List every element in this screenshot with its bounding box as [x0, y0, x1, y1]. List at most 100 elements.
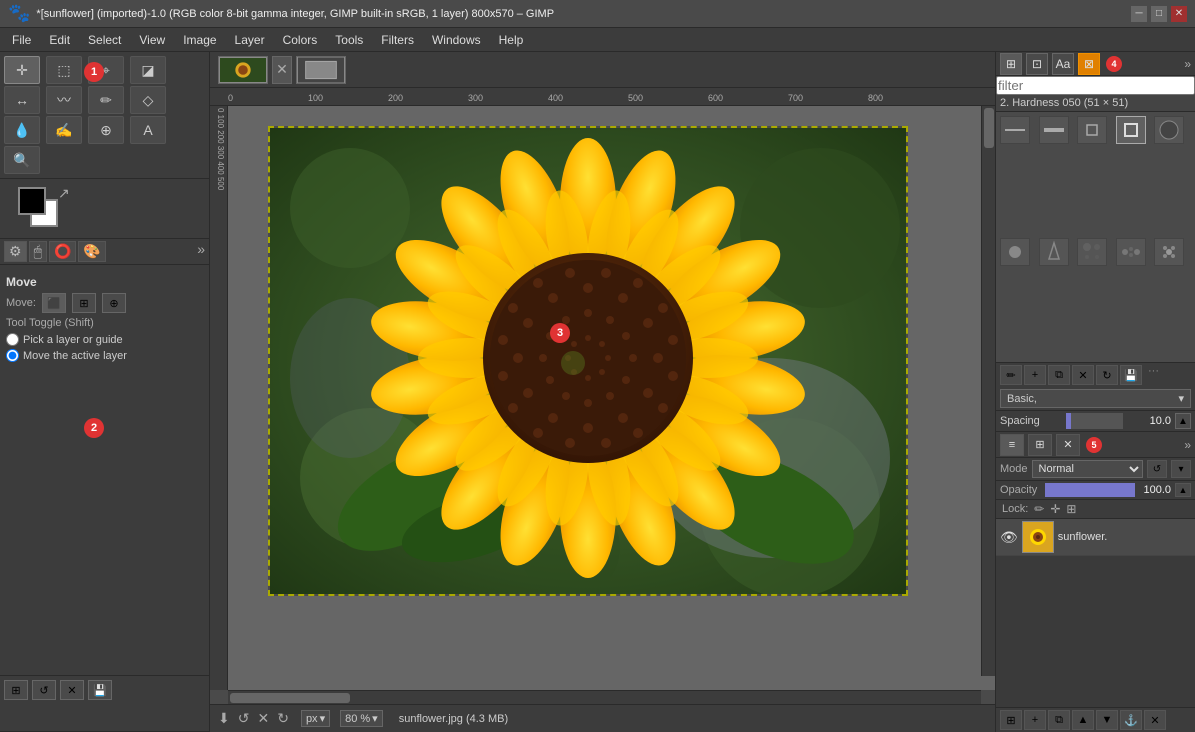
- new-layer-group-btn[interactable]: ⊞: [1000, 710, 1022, 730]
- tool-reset-btn[interactable]: ↺: [32, 680, 56, 700]
- menu-item-filters[interactable]: Filters: [373, 31, 422, 49]
- maximize-button[interactable]: □: [1151, 6, 1167, 22]
- brush-swatch-7[interactable]: [1039, 238, 1069, 266]
- brush-swatch-1[interactable]: [1000, 116, 1030, 144]
- clone-tool[interactable]: ✍: [46, 116, 82, 144]
- brush-tab-2[interactable]: ⊡: [1026, 53, 1048, 75]
- layer-blend-right-btn[interactable]: ▾: [1171, 460, 1191, 478]
- menu-item-view[interactable]: View: [131, 31, 173, 49]
- brush-swatch-6[interactable]: [1000, 238, 1030, 266]
- menu-item-edit[interactable]: Edit: [41, 31, 78, 49]
- brush-tab-3[interactable]: Aa: [1052, 53, 1074, 75]
- duplicate-layer-btn[interactable]: ⧉: [1048, 710, 1070, 730]
- brush-swatch-5[interactable]: [1154, 116, 1184, 144]
- brush-more-icon[interactable]: ···: [1148, 365, 1159, 385]
- brush-preset-dropdown[interactable]: Basic, ▾: [1000, 389, 1191, 408]
- eraser-tool[interactable]: ◇: [130, 86, 166, 114]
- menu-item-help[interactable]: Help: [491, 31, 532, 49]
- brush-swatch-8[interactable]: [1077, 238, 1107, 266]
- menu-item-file[interactable]: File: [4, 31, 39, 49]
- image-tab-1[interactable]: [218, 56, 268, 84]
- move-layer-btn[interactable]: ⬛: [42, 293, 66, 313]
- zoom-tool[interactable]: 🔍: [4, 146, 40, 174]
- brush-delete-btn[interactable]: ✕: [1072, 365, 1094, 385]
- spacing-slider[interactable]: [1066, 413, 1124, 429]
- brush-copy-btn[interactable]: ⧉: [1048, 365, 1070, 385]
- panel-menu-icon[interactable]: »: [197, 241, 205, 262]
- menu-item-windows[interactable]: Windows: [424, 31, 489, 49]
- brush-filter-input[interactable]: [996, 76, 1195, 95]
- menu-item-colors[interactable]: Colors: [275, 31, 326, 49]
- tool-options-tab-4[interactable]: 🎨: [78, 241, 105, 262]
- brush-save-btn[interactable]: 💾: [1120, 365, 1142, 385]
- lock-alpha-icon[interactable]: ⊞: [1066, 502, 1076, 516]
- spacing-step-btn[interactable]: ▲: [1175, 413, 1191, 429]
- lock-position-icon[interactable]: ✛: [1050, 502, 1060, 516]
- crop-tool[interactable]: ◪: [130, 56, 166, 84]
- move-tool[interactable]: ✛: [4, 56, 40, 84]
- heal-tool[interactable]: ⊕: [88, 116, 124, 144]
- delete-layer-btn[interactable]: ✕: [1144, 710, 1166, 730]
- opacity-slider[interactable]: [1045, 483, 1135, 497]
- rect-select-tool[interactable]: ⬚: [46, 56, 82, 84]
- warp-tool[interactable]: 〰: [46, 86, 82, 114]
- image-tab-1-close[interactable]: ✕: [272, 56, 292, 84]
- layers-panel-menu[interactable]: »: [1184, 438, 1191, 452]
- vscroll-thumb[interactable]: [984, 108, 994, 148]
- move-anchor-btn[interactable]: ⊕: [102, 293, 126, 313]
- swap-colors-icon[interactable]: ↗: [58, 185, 70, 202]
- export-button[interactable]: ⬇: [218, 710, 230, 727]
- close-button[interactable]: ✕: [1171, 6, 1187, 22]
- undo-button[interactable]: ↺: [238, 710, 250, 727]
- tool-options-tab-3[interactable]: ⭕: [49, 241, 76, 262]
- horizontal-scrollbar[interactable]: [228, 690, 981, 704]
- opacity-step-btn[interactable]: ▲: [1175, 483, 1191, 497]
- layer-blend-left-btn[interactable]: ↺: [1147, 460, 1167, 478]
- layers-tab-list[interactable]: ≡: [1000, 434, 1024, 456]
- zoom-display[interactable]: 80 % ▾: [340, 710, 383, 727]
- tool-options-tab-2[interactable]: 🖱: [29, 241, 47, 262]
- new-layer-btn[interactable]: +: [1024, 710, 1046, 730]
- pick-layer-radio[interactable]: [6, 333, 19, 346]
- brush-tab-patterns[interactable]: ⊞: [1000, 53, 1022, 75]
- hscroll-thumb[interactable]: [230, 693, 350, 703]
- image-tab-2[interactable]: [296, 56, 346, 84]
- layer-visibility-toggle[interactable]: 👁: [1000, 529, 1018, 546]
- tool-delete-btn[interactable]: ✕: [60, 680, 84, 700]
- unit-dropdown-icon[interactable]: ▾: [320, 712, 326, 725]
- brush-edit-btn[interactable]: ✏: [1000, 365, 1022, 385]
- tool-options-tab-1[interactable]: ⚙: [4, 241, 27, 262]
- brush-refresh-btn[interactable]: ↻: [1096, 365, 1118, 385]
- brush-new-btn[interactable]: +: [1024, 365, 1046, 385]
- lock-pixels-icon[interactable]: ✏: [1034, 502, 1044, 516]
- text-tool[interactable]: A: [130, 116, 166, 144]
- tool-save-btn[interactable]: 💾: [88, 680, 112, 700]
- layer-up-btn[interactable]: ▲: [1072, 710, 1094, 730]
- menu-item-select[interactable]: Select: [80, 31, 129, 49]
- transform-tool[interactable]: ↔: [4, 86, 40, 114]
- layers-tab-channels[interactable]: ⊞: [1028, 434, 1052, 456]
- menu-item-tools[interactable]: Tools: [327, 31, 371, 49]
- brush-swatch-2[interactable]: [1039, 116, 1069, 144]
- zoom-dropdown-icon[interactable]: ▾: [372, 712, 378, 725]
- menu-item-image[interactable]: Image: [175, 31, 224, 49]
- brush-swatch-9[interactable]: [1116, 238, 1146, 266]
- paint-tool[interactable]: ✏: [88, 86, 124, 114]
- foreground-color[interactable]: [18, 187, 46, 215]
- brush-swatch-10[interactable]: [1154, 238, 1184, 266]
- brush-swatch-3[interactable]: [1077, 116, 1107, 144]
- canvas-viewport[interactable]: 3: [228, 106, 995, 690]
- move-active-radio[interactable]: [6, 349, 19, 362]
- anchor-layer-btn[interactable]: ⚓: [1120, 710, 1142, 730]
- unit-selector[interactable]: px ▾: [301, 710, 330, 727]
- panel-collapse-icon[interactable]: »: [1184, 57, 1191, 71]
- vertical-scrollbar[interactable]: [981, 106, 995, 676]
- tool-presets-btn[interactable]: ⊞: [4, 680, 28, 700]
- redo-button[interactable]: ↻: [277, 710, 289, 727]
- layers-mode-select[interactable]: Normal Multiply Screen Overlay: [1032, 460, 1143, 478]
- layer-down-btn[interactable]: ▼: [1096, 710, 1118, 730]
- brush-tab-4[interactable]: ⊠: [1078, 53, 1100, 75]
- blur-tool[interactable]: 💧: [4, 116, 40, 144]
- move-path-btn[interactable]: ⊞: [72, 293, 96, 313]
- minimize-button[interactable]: ─: [1131, 6, 1147, 22]
